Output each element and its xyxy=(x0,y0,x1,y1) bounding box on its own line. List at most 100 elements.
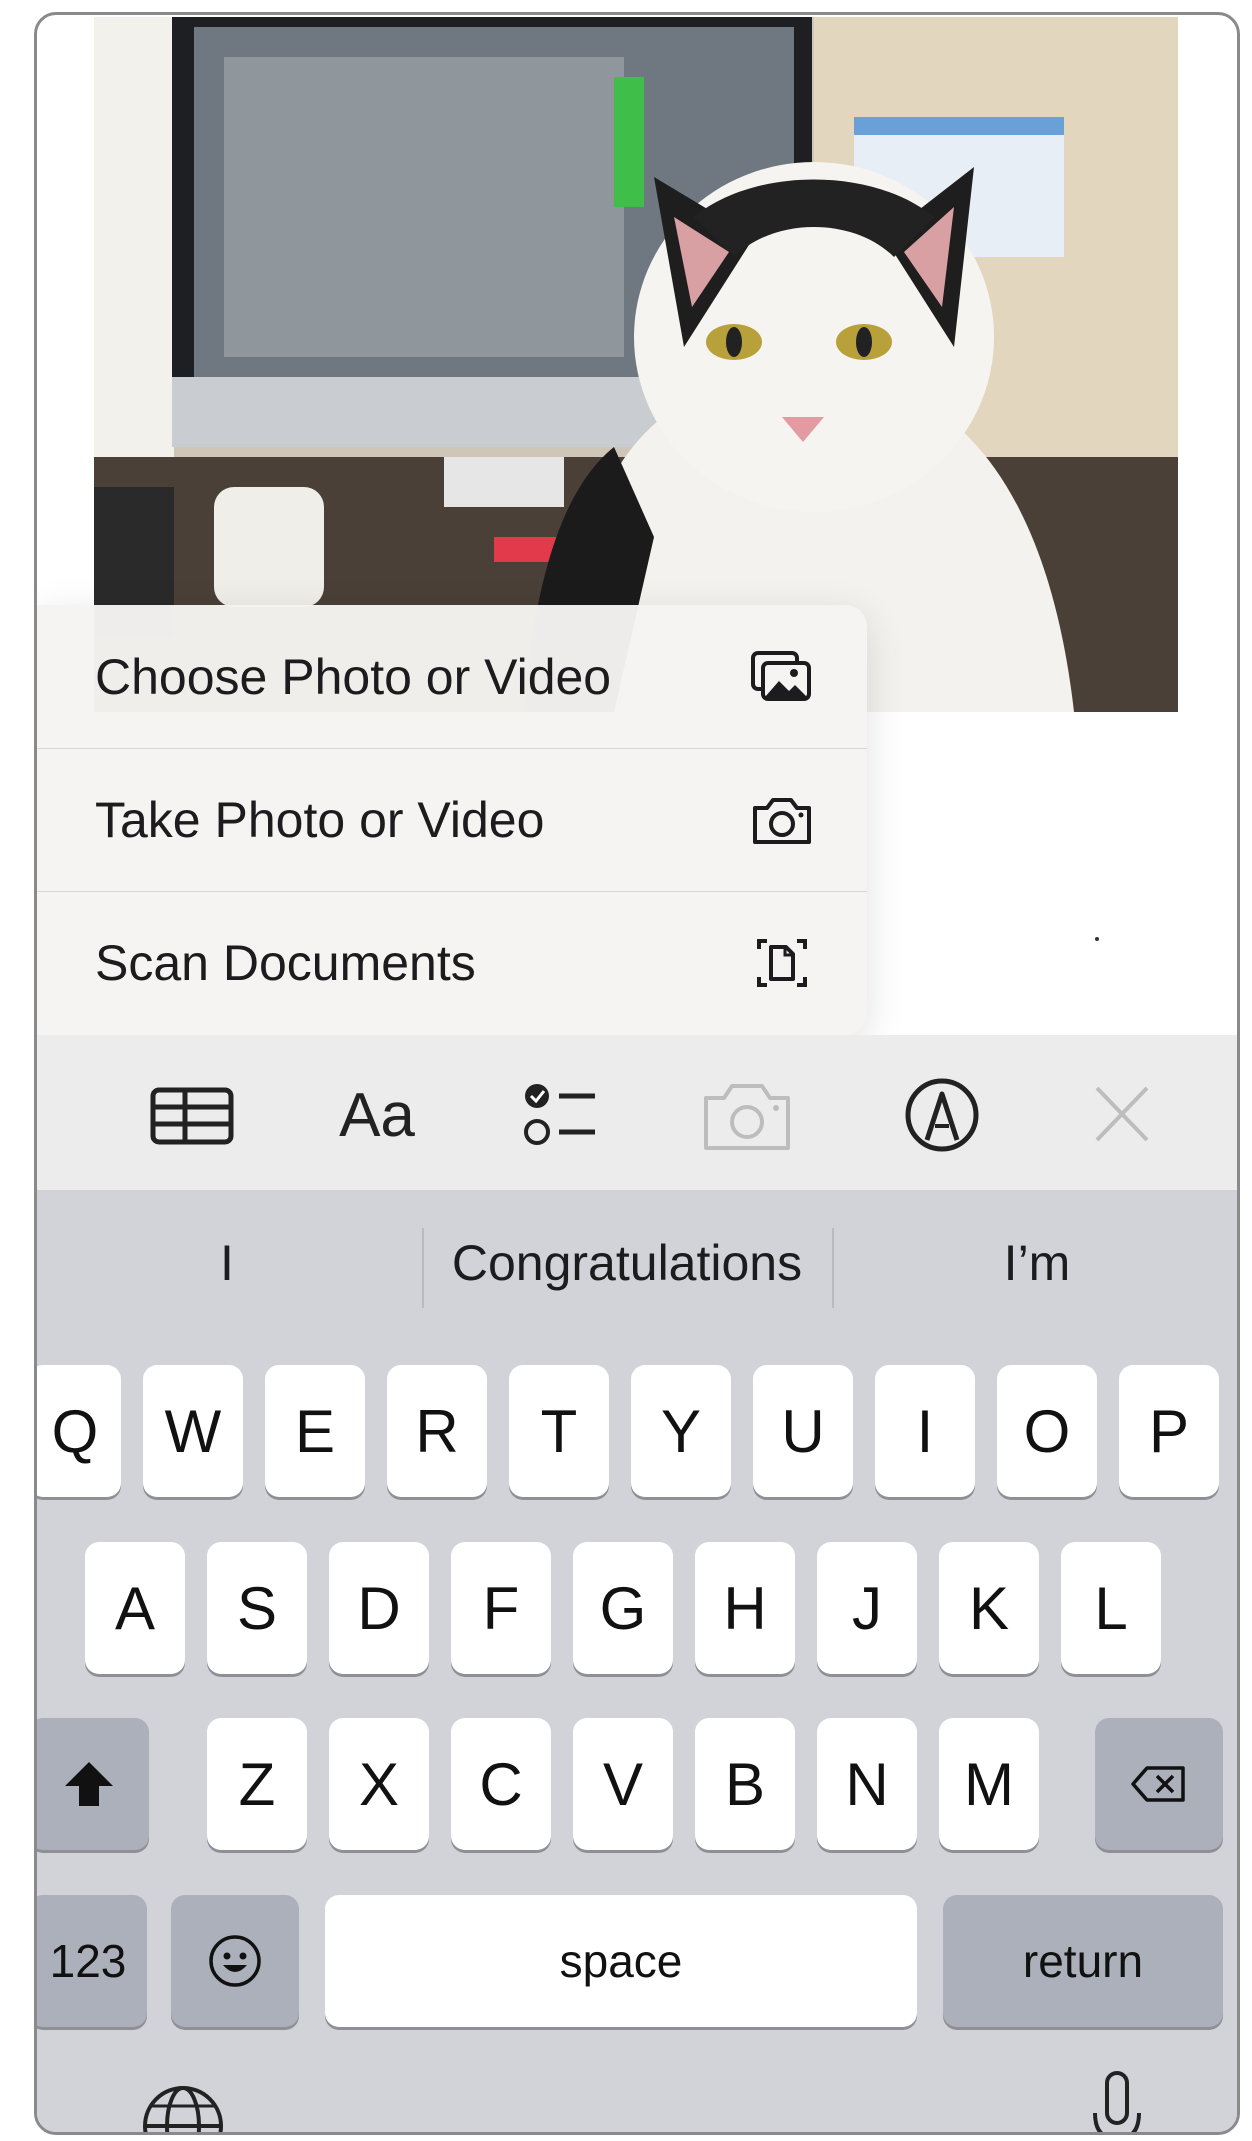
camera-button[interactable] xyxy=(692,1070,802,1160)
insert-media-menu: Choose Photo or Video Take Photo or Vide… xyxy=(37,605,867,1035)
key-label: V xyxy=(602,1750,644,1818)
key-x[interactable]: X xyxy=(329,1718,429,1850)
key-t[interactable]: T xyxy=(509,1365,609,1497)
key-w[interactable]: W xyxy=(143,1365,243,1497)
emoji-icon xyxy=(209,1935,261,1987)
notes-toolbar: Aa xyxy=(37,1035,1237,1191)
key-u[interactable]: U xyxy=(753,1365,853,1497)
key-label: K xyxy=(968,1574,1010,1642)
key-o[interactable]: O xyxy=(997,1365,1097,1497)
key-n[interactable]: N xyxy=(817,1718,917,1850)
key-label: T xyxy=(540,1397,578,1465)
menu-item-label: Take Photo or Video xyxy=(95,792,545,848)
delete-key[interactable] xyxy=(1095,1718,1223,1850)
shift-key[interactable] xyxy=(37,1718,149,1850)
key-label: G xyxy=(599,1574,647,1642)
menu-item-take-photo[interactable]: Take Photo or Video xyxy=(37,748,867,891)
menu-item-label: Choose Photo or Video xyxy=(95,648,612,705)
key-r[interactable]: R xyxy=(387,1365,487,1497)
menu-item-label: Scan Documents xyxy=(95,935,476,991)
close-button[interactable] xyxy=(1067,1070,1177,1160)
key-label: J xyxy=(852,1574,882,1642)
table-button[interactable] xyxy=(137,1070,247,1160)
key-b[interactable]: B xyxy=(695,1718,795,1850)
predictive-text-bar: I Congratulations I’m xyxy=(37,1190,1237,1335)
key-a[interactable]: A xyxy=(85,1542,185,1674)
key-m[interactable]: M xyxy=(939,1718,1039,1850)
key-l[interactable]: L xyxy=(1061,1542,1161,1674)
prediction-label: Congratulations xyxy=(451,1234,803,1291)
key-j[interactable]: J xyxy=(817,1542,917,1674)
key-label: Q xyxy=(51,1397,99,1465)
key-label: space xyxy=(559,1935,683,1987)
markup-pen-icon xyxy=(905,1078,979,1152)
key-label: E xyxy=(294,1397,336,1465)
key-label: H xyxy=(723,1574,767,1642)
prediction-label: I’m xyxy=(1003,1234,1071,1291)
key-k[interactable]: K xyxy=(939,1542,1039,1674)
key-label: O xyxy=(1023,1397,1071,1465)
key-i[interactable]: I xyxy=(875,1365,975,1497)
format-button[interactable]: Aa xyxy=(322,1070,432,1160)
key-y[interactable]: Y xyxy=(631,1365,731,1497)
key-label: S xyxy=(236,1574,278,1642)
key-label: Z xyxy=(238,1750,276,1818)
key-label: Y xyxy=(660,1397,702,1465)
camera-icon xyxy=(704,1084,790,1150)
key-c[interactable]: C xyxy=(451,1718,551,1850)
key-e[interactable]: E xyxy=(265,1365,365,1497)
key-p[interactable]: P xyxy=(1119,1365,1219,1497)
menu-item-choose-photo[interactable]: Choose Photo or Video xyxy=(37,605,867,748)
checklist-button[interactable] xyxy=(507,1070,617,1160)
keyboard: I Congratulations I’m Q W E R T Y U I O … xyxy=(37,1190,1237,2135)
key-g[interactable]: G xyxy=(573,1542,673,1674)
prediction-divider xyxy=(832,1228,834,1308)
key-label: F xyxy=(482,1574,520,1642)
globe-icon[interactable] xyxy=(137,2080,229,2135)
prediction-divider xyxy=(422,1228,424,1308)
key-z[interactable]: Z xyxy=(207,1718,307,1850)
key-label: X xyxy=(358,1750,400,1818)
prediction-item[interactable]: I xyxy=(37,1190,417,1335)
space-key[interactable]: space xyxy=(325,1895,917,2027)
scan-document-icon xyxy=(749,935,815,991)
stray-dot xyxy=(1095,937,1099,941)
key-v[interactable]: V xyxy=(573,1718,673,1850)
key-label: R xyxy=(415,1397,459,1465)
key-f[interactable]: F xyxy=(451,1542,551,1674)
key-label: B xyxy=(724,1750,766,1818)
device-screen: Choose Photo or Video Take Photo or Vide… xyxy=(34,12,1240,2135)
key-label: I xyxy=(916,1397,934,1465)
markup-button[interactable] xyxy=(887,1070,997,1160)
format-label: Aa xyxy=(339,1080,415,1150)
camera-icon xyxy=(749,792,815,848)
key-label: 123 xyxy=(49,1935,127,1987)
key-s[interactable]: S xyxy=(207,1542,307,1674)
key-q[interactable]: Q xyxy=(37,1365,121,1497)
key-label: A xyxy=(114,1574,156,1642)
key-d[interactable]: D xyxy=(329,1542,429,1674)
key-label: L xyxy=(1094,1574,1128,1642)
key-label: W xyxy=(164,1397,222,1465)
shift-icon xyxy=(65,1762,113,1806)
prediction-item[interactable]: I’m xyxy=(837,1190,1237,1335)
key-label: U xyxy=(781,1397,825,1465)
key-label: D xyxy=(357,1574,401,1642)
numbers-key[interactable]: 123 xyxy=(37,1895,147,2027)
key-label: P xyxy=(1148,1397,1190,1465)
delete-icon xyxy=(1131,1766,1185,1802)
key-label: N xyxy=(845,1750,889,1818)
key-h[interactable]: H xyxy=(695,1542,795,1674)
table-icon xyxy=(150,1087,234,1145)
return-key[interactable]: return xyxy=(943,1895,1223,2027)
photo-library-icon xyxy=(749,649,815,705)
key-label: return xyxy=(1022,1935,1144,1987)
key-label: C xyxy=(479,1750,523,1818)
prediction-label: I xyxy=(220,1234,234,1291)
menu-item-scan-documents[interactable]: Scan Documents xyxy=(37,891,867,1034)
microphone-icon[interactable] xyxy=(1087,2065,1147,2135)
prediction-item[interactable]: Congratulations xyxy=(427,1190,827,1335)
emoji-key[interactable] xyxy=(171,1895,299,2027)
close-icon xyxy=(1095,1086,1149,1142)
checklist-icon xyxy=(524,1084,595,1145)
